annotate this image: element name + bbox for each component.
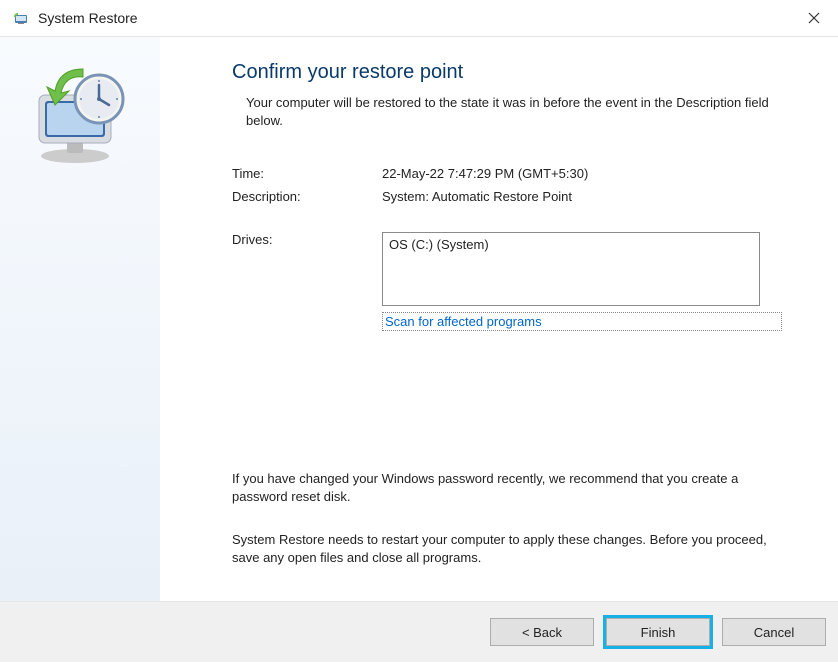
page-subtext: Your computer will be restored to the st… <box>246 94 782 130</box>
drives-listbox[interactable]: OS (C:) (System) <box>382 232 760 306</box>
titlebar: System Restore <box>0 0 838 36</box>
restart-warning-text: System Restore needs to restart your com… <box>232 531 782 567</box>
password-warning-text: If you have changed your Windows passwor… <box>232 470 782 506</box>
description-value: System: Automatic Restore Point <box>382 189 572 204</box>
finish-button[interactable]: Finish <box>606 618 710 646</box>
description-row: Description: System: Automatic Restore P… <box>232 189 782 204</box>
scan-affected-programs-link[interactable]: Scan for affected programs <box>382 312 782 331</box>
dialog-body: Confirm your restore point Your computer… <box>0 36 838 602</box>
system-restore-app-icon <box>12 9 30 27</box>
footer-button-bar: < Back Finish Cancel <box>0 602 838 662</box>
description-label: Description: <box>232 189 382 204</box>
page-heading: Confirm your restore point <box>232 61 782 84</box>
sidebar <box>0 37 160 601</box>
time-value: 22-May-22 7:47:29 PM (GMT+5:30) <box>382 166 588 181</box>
drives-item: OS (C:) (System) <box>389 237 489 252</box>
content-panel: Confirm your restore point Your computer… <box>160 37 838 601</box>
warning-block: If you have changed your Windows passwor… <box>232 470 782 575</box>
cancel-button[interactable]: Cancel <box>722 618 826 646</box>
system-restore-graphic-icon <box>25 61 135 171</box>
drives-label: Drives: <box>232 232 382 306</box>
time-row: Time: 22-May-22 7:47:29 PM (GMT+5:30) <box>232 166 782 181</box>
close-button[interactable] <box>798 6 830 30</box>
back-button[interactable]: < Back <box>490 618 594 646</box>
window-title: System Restore <box>38 10 138 26</box>
close-icon <box>808 12 820 24</box>
drives-row: Drives: OS (C:) (System) <box>232 232 782 306</box>
time-label: Time: <box>232 166 382 181</box>
